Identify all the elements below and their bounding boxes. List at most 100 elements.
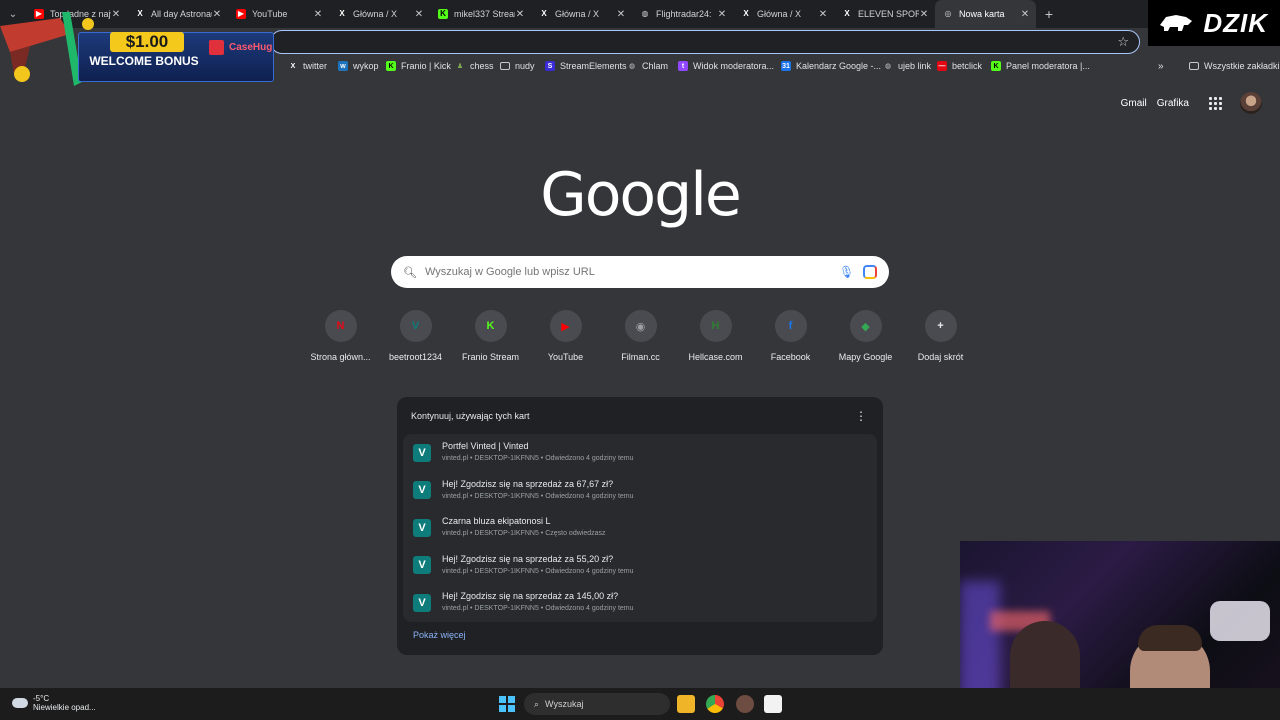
close-icon[interactable]: ✕	[616, 9, 626, 20]
shortcut-label: Franio Stream	[461, 352, 520, 362]
list-item[interactable]: V Hej! Zgodzisz się na sprzedaż za 55,20 …	[403, 546, 877, 584]
shortcut-tile[interactable]: ◆ Mapy Google	[828, 310, 903, 370]
dzik-logo: DZIK	[1148, 0, 1280, 46]
shortcut-tile[interactable]: K Franio Stream	[453, 310, 528, 370]
list-item[interactable]: V Czarna bluza ekipatonosi L vinted.pl • D…	[403, 509, 877, 547]
bookmark-star-icon[interactable]: ☆	[1117, 34, 1129, 50]
shortcut-tile[interactable]: + Dodaj skrót	[903, 310, 978, 370]
bookmark-item[interactable]: 31 Kalendarz Google -...	[781, 61, 881, 71]
shortcut-tile[interactable]: f Facebook	[753, 310, 828, 370]
tab[interactable]: X ELEVEN SPORTS✕	[834, 0, 935, 28]
item-subtitle: vinted.pl • DESKTOP-1IKFNN5 • Odwiedzono…	[442, 455, 634, 462]
boar-icon	[1160, 15, 1192, 31]
google-apps-icon[interactable]	[1209, 96, 1222, 110]
betclick-icon: —	[937, 61, 947, 71]
google-lens-icon[interactable]	[863, 265, 877, 279]
shortcut-label: Dodaj skrót	[917, 352, 964, 362]
address-bar[interactable]: ☆	[270, 30, 1140, 54]
screen: ⌄ ▶Top ładne z najw...✕XAll day Astronau…	[0, 0, 1280, 720]
images-link[interactable]: Grafika	[1157, 98, 1189, 109]
shortcut-icon: K	[474, 310, 507, 342]
promo-overlay: $1.00 WELCOME BONUS CaseHug	[0, 12, 276, 88]
card-header: Kontynuuj, używając tych kart	[411, 411, 530, 421]
shortcut-tile[interactable]: N Strona główn...	[303, 310, 378, 370]
shortcut-tile[interactable]: ▶ YouTube	[528, 310, 603, 370]
microphone-icon[interactable]: 🎙︎	[839, 265, 854, 279]
bookmark-item[interactable]: ♟ chess	[455, 61, 494, 71]
promo-brand: CaseHug	[229, 42, 273, 53]
close-icon[interactable]: ✕	[414, 9, 424, 20]
vinted-icon: V	[413, 518, 431, 537]
bookmark-item[interactable]: ◍ Chlam	[627, 61, 668, 71]
tab[interactable]: Kmikel337 Stream ✕	[430, 0, 531, 28]
close-icon[interactable]: ✕	[919, 9, 929, 20]
bookmark-item[interactable]: — betclick	[937, 61, 982, 71]
show-more-link[interactable]: Pokaż więcej	[413, 630, 466, 640]
tab[interactable]: ◍ Flightradar24: ✕	[632, 0, 733, 28]
profile-avatar[interactable]	[1240, 92, 1262, 114]
list-item[interactable]: V Hej! Zgodzisz się na sprzedaż za 145,00…	[403, 584, 877, 622]
bookmark-label: wykop	[353, 61, 379, 71]
weather-desc: Niewielkie opad...	[33, 703, 96, 712]
bookmark-item[interactable]: S StreamElements	[545, 61, 627, 71]
close-icon[interactable]: ✕	[313, 9, 323, 20]
more-vert-icon[interactable]: ⋮	[855, 409, 867, 423]
shortcut-tile[interactable]: H Hellcase.com	[678, 310, 753, 370]
shortcut-label: YouTube	[547, 352, 584, 362]
card-list: V Portfel Vinted | Vinted vinted.pl • DESK…	[403, 434, 877, 622]
tab-title: Nowa karta	[959, 9, 1005, 19]
bookmark-item[interactable]: K Panel moderatora |...	[991, 61, 1090, 71]
screenshot-app-icon[interactable]	[764, 695, 782, 713]
weather-temp: -5°C	[33, 694, 50, 703]
close-icon[interactable]: ✕	[818, 9, 828, 20]
app-icon[interactable]	[736, 695, 754, 713]
weather-widget[interactable]: -5°C Niewielkie opad...	[12, 694, 96, 712]
bookmark-label: Panel moderatora |...	[1006, 61, 1090, 71]
bookmark-item[interactable]: w wykop	[338, 61, 379, 71]
bookmark-item[interactable]: K Franio | Kick	[386, 61, 451, 71]
close-icon[interactable]: ✕	[515, 9, 525, 20]
folder-icon	[500, 62, 510, 70]
tab-title: ELEVEN SPORTS	[858, 9, 919, 19]
bookmark-item[interactable]: ◍ ujeb link	[883, 61, 931, 71]
bookmarks-overflow-chevron-icon[interactable]: »	[1158, 61, 1164, 72]
item-subtitle: vinted.pl • DESKTOP-1IKFNN5 • Często odw…	[442, 530, 606, 537]
list-item[interactable]: V Portfel Vinted | Vinted vinted.pl • DESK…	[403, 434, 877, 472]
gmail-link[interactable]: Gmail	[1121, 98, 1147, 109]
close-icon[interactable]: ✕	[1020, 9, 1030, 20]
bookmark-item[interactable]: t Widok moderatora...	[678, 61, 774, 71]
tab[interactable]: ◎ Nowa karta ✕	[935, 0, 1036, 28]
tab[interactable]: X Główna / X ✕	[733, 0, 834, 28]
bookmark-label: nudy	[515, 61, 535, 71]
taskbar-search[interactable]: ⌕ Wyszukaj	[524, 693, 670, 715]
taskbar-search-label: Wyszukaj	[545, 699, 584, 709]
search-input[interactable]	[425, 266, 839, 278]
bookmark-label: betclick	[952, 61, 983, 71]
search-box[interactable]: 🔍︎ 🎙︎	[391, 256, 889, 288]
tab[interactable]: X Główna / X ✕	[531, 0, 632, 28]
chrome-icon[interactable]	[706, 695, 724, 713]
weather-cloud-icon	[12, 698, 28, 708]
x-icon: X	[844, 9, 850, 18]
shortcut-label: Hellcase.com	[688, 352, 743, 362]
bookmark-item[interactable]: Xtwitter	[288, 61, 327, 71]
tab[interactable]: X Główna / X ✕	[329, 0, 430, 28]
tab-title: Główna / X	[555, 9, 600, 19]
shortcut-icon: ▶	[549, 310, 582, 342]
close-icon[interactable]: ✕	[717, 9, 727, 20]
windows-start-icon[interactable]	[499, 696, 515, 712]
webcam-light	[960, 581, 1000, 701]
item-title: Hej! Zgodzisz się na sprzedaż za 55,20 z…	[442, 553, 614, 564]
shortcut-tile[interactable]: ◉ Filman.cc	[603, 310, 678, 370]
google-logo: Google	[540, 160, 742, 230]
list-item[interactable]: V Hej! Zgodzisz się na sprzedaż za 67,67 …	[403, 471, 877, 509]
bookmark-label: chess	[470, 61, 494, 71]
file-explorer-icon[interactable]	[677, 695, 695, 713]
ntp-top-links: Gmail Grafika	[1121, 92, 1262, 114]
all-bookmarks[interactable]: Wszystkie zakładki	[1189, 61, 1280, 71]
bookmark-item[interactable]: nudy	[500, 61, 535, 71]
streamelements-icon: S	[545, 61, 555, 71]
x-icon: X	[541, 9, 547, 18]
new-tab-plus-icon[interactable]: +	[1036, 6, 1062, 22]
shortcut-tile[interactable]: Vbeetroot1234	[378, 310, 453, 370]
